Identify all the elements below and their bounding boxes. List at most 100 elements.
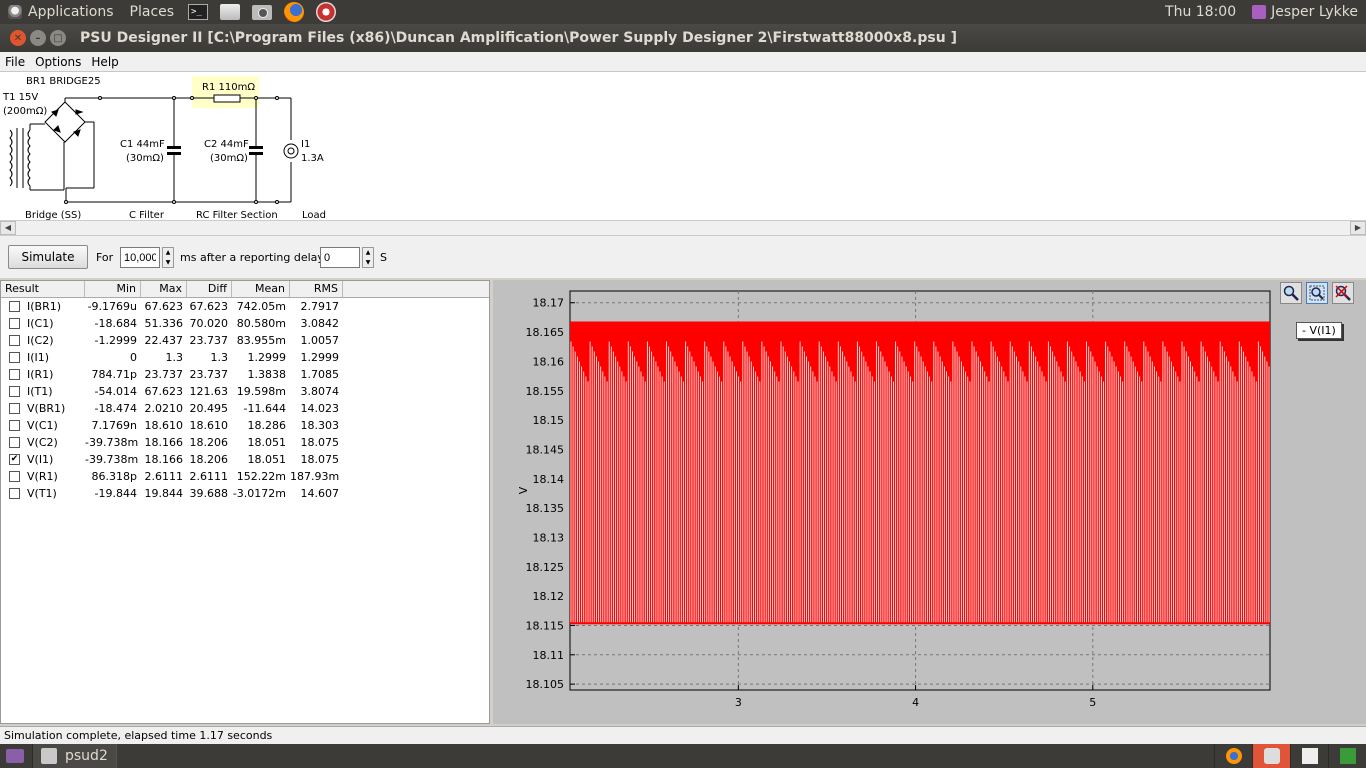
table-row[interactable]: I(I1) 0 1.3 1.3 1.2999 1.2999	[1, 349, 489, 366]
transformer-symbol	[9, 123, 65, 191]
minimize-window-button[interactable]: –	[30, 30, 46, 46]
plot-checkbox[interactable]	[9, 386, 20, 397]
voltage-plot[interactable]: 18.17 18.165 18.16 18.155 18.15 18.145 18.14 18…	[493, 280, 1283, 724]
mean-cell: 18.051	[247, 453, 287, 466]
window-title-bar[interactable]: ✕ – □ PSU Designer II [C:\Program Files …	[0, 24, 1366, 52]
col-diff[interactable]: Diff	[187, 281, 232, 297]
plot-checkbox[interactable]	[9, 437, 20, 448]
firefox-launcher[interactable]	[283, 2, 305, 22]
rms-cell: 14.607	[300, 487, 340, 500]
plot-checkbox[interactable]	[9, 301, 20, 312]
plot-checkbox[interactable]: ✔	[9, 454, 20, 465]
result-name-cell[interactable]: V(BR1)	[1, 402, 85, 415]
close-window-button[interactable]: ✕	[10, 30, 26, 46]
simulate-button[interactable]: Simulate	[8, 245, 88, 269]
clock[interactable]: Thu 18:00	[1157, 0, 1244, 24]
plot-checkbox[interactable]	[9, 318, 20, 329]
table-row[interactable]: I(C1) -18.684 51.336 70.020 80.580m 3.0842	[1, 315, 489, 332]
taskbar-task-psud2[interactable]: psud2	[32, 744, 117, 768]
zoom-area-button[interactable]	[1306, 282, 1328, 304]
table-row[interactable]: V(C2) -39.738m 18.166 18.206 18.051 18.075	[1, 434, 489, 451]
rms-cell: 1.0057	[300, 334, 340, 347]
workspace-firefox[interactable]	[1214, 744, 1252, 768]
table-row[interactable]: V(BR1) -18.474 2.0210 20.495 -11.644 14.023	[1, 400, 489, 417]
result-name-cell[interactable]: I(I1)	[1, 351, 85, 364]
plot-legend[interactable]: - V(I1)	[1296, 322, 1342, 339]
terminal-launcher[interactable]: >_	[187, 2, 209, 22]
scroll-left-arrow-icon[interactable]: ◀	[0, 221, 16, 235]
maximize-window-button[interactable]: □	[50, 30, 66, 46]
y-tick-label: 18.12	[533, 590, 565, 603]
y-tick-label: 18.14	[533, 473, 565, 486]
table-row[interactable]: V(C1) 7.1769n 18.610 18.610 18.286 18.303	[1, 417, 489, 434]
max-cell: 18.610	[144, 419, 184, 432]
table-row[interactable]: I(R1) 784.71p 23.737 23.737 1.3838 1.7085	[1, 366, 489, 383]
camera-icon	[252, 4, 273, 20]
workspace-spreadsheet[interactable]	[1328, 744, 1366, 768]
show-desktop-icon[interactable]	[6, 749, 24, 763]
result-name-cell[interactable]: V(T1)	[1, 487, 85, 500]
network-launcher[interactable]	[219, 2, 241, 22]
circuit-wires	[65, 97, 292, 203]
places-menu[interactable]: Places	[122, 0, 183, 24]
menu-help[interactable]: Help	[86, 55, 123, 69]
results-body: I(BR1) -9.1769u 67.623 67.623 742.05m 2.7917 I…	[1, 298, 489, 502]
result-name-cell[interactable]: I(T1)	[1, 385, 85, 398]
workspace-document[interactable]	[1290, 744, 1328, 768]
menu-file[interactable]: File	[0, 55, 30, 69]
plot-checkbox[interactable]	[9, 352, 20, 363]
plot-checkbox[interactable]	[9, 369, 20, 380]
plot-checkbox[interactable]	[9, 335, 20, 346]
result-name-cell[interactable]: V(C2)	[1, 436, 85, 449]
zoom-reset-button[interactable]	[1332, 282, 1354, 304]
table-row[interactable]: V(T1) -19.844 19.844 39.688 -3.0172m 14.607	[1, 485, 489, 502]
gear-icon	[316, 2, 337, 22]
result-name-cell[interactable]: V(R1)	[1, 470, 85, 483]
result-name-cell[interactable]: I(BR1)	[1, 300, 85, 313]
plot-checkbox[interactable]	[9, 471, 20, 482]
result-name-cell[interactable]: I(R1)	[1, 368, 85, 381]
user-menu[interactable]: Jesper Lykke	[1244, 0, 1366, 24]
result-name-cell[interactable]: I(C1)	[1, 317, 85, 330]
rms-cell: 3.8074	[300, 385, 340, 398]
result-name-cell[interactable]: ✔ V(I1)	[1, 453, 85, 466]
circuit-schematic[interactable]: BR1 BRIDGE25 T1 15V (200mΩ) R1 110mΩ C1 …	[0, 72, 1366, 221]
menu-options[interactable]: Options	[30, 55, 86, 69]
mean-cell: 18.051	[247, 436, 287, 449]
delay-spinner[interactable]: ▲ ▼	[362, 247, 374, 268]
settings-launcher[interactable]	[315, 2, 337, 22]
col-min[interactable]: Min	[85, 281, 141, 297]
result-name-cell[interactable]: V(C1)	[1, 419, 85, 432]
duration-spinner[interactable]: ▲ ▼	[162, 247, 174, 268]
y-tick-label: 18.135	[526, 502, 565, 515]
plot-checkbox[interactable]	[9, 403, 20, 414]
plot-checkbox[interactable]	[9, 420, 20, 431]
result-name: I(BR1)	[27, 300, 62, 313]
scroll-right-arrow-icon[interactable]: ▶	[1350, 221, 1366, 235]
mean-cell: 18.286	[247, 419, 287, 432]
diff-cell: 18.206	[189, 453, 229, 466]
duration-input[interactable]	[120, 247, 160, 268]
schematic-horizontal-scrollbar[interactable]: ◀ ▶	[0, 220, 1366, 236]
i1-label: I1	[301, 139, 310, 150]
col-mean[interactable]: Mean	[232, 281, 290, 297]
table-row[interactable]: I(BR1) -9.1769u 67.623 67.623 742.05m 2.7917	[1, 298, 489, 315]
workspace-psud2[interactable]	[1252, 744, 1290, 768]
col-result[interactable]: Result	[1, 281, 85, 297]
plot-panel[interactable]: 18.17 18.165 18.16 18.155 18.15 18.145 18.14 18…	[493, 280, 1366, 724]
delay-input[interactable]	[320, 247, 360, 268]
result-name: V(R1)	[27, 470, 58, 483]
table-row[interactable]: I(T1) -54.014 67.623 121.63 19.598m 3.8074	[1, 383, 489, 400]
result-name-cell[interactable]: I(C2)	[1, 334, 85, 347]
applications-menu[interactable]: Applications	[0, 0, 122, 24]
screenshot-launcher[interactable]	[251, 2, 273, 22]
zoom-in-button[interactable]	[1280, 282, 1302, 304]
table-row[interactable]: ✔ V(I1) -39.738m 18.166 18.206 18.051 18.075	[1, 451, 489, 468]
firefox-icon	[284, 2, 305, 22]
result-name: V(T1)	[27, 487, 57, 500]
col-rms[interactable]: RMS	[290, 281, 343, 297]
table-row[interactable]: I(C2) -1.2999 22.437 23.737 83.955m 1.0057	[1, 332, 489, 349]
table-row[interactable]: V(R1) 86.318p 2.6111 2.6111 152.22m 187.93m	[1, 468, 489, 485]
plot-checkbox[interactable]	[9, 488, 20, 499]
col-max[interactable]: Max	[141, 281, 187, 297]
